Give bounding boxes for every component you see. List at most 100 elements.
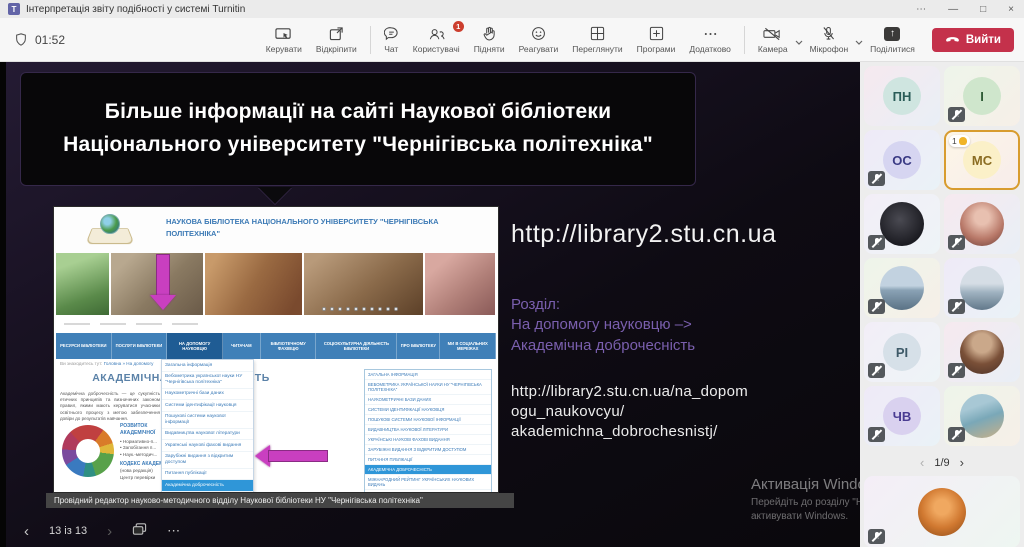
site-nav-item: ПОСЛУГИ БІБЛІОТЕКИ	[112, 333, 168, 359]
participant-tile[interactable]: ОС	[864, 130, 940, 190]
participant-tile[interactable]: ЧВ	[864, 386, 940, 446]
dropdown-item: Українські наукові фахові видання	[162, 440, 253, 452]
menu-item: Загальна інформація	[365, 370, 491, 380]
mic-off-icon	[822, 26, 835, 42]
participants-icon	[428, 26, 445, 42]
mic-off-icon	[868, 299, 885, 314]
avatar-photo	[918, 488, 966, 536]
camera-button[interactable]: Камера	[751, 26, 795, 54]
integrity-url: http://library2.stu.cn.ua/na_dopom ogu_n…	[511, 382, 860, 443]
dropdown-item: Зарубіжні видання з відкритим доступом	[162, 452, 253, 469]
participants-button[interactable]: Користувачі 1	[406, 26, 467, 54]
camera-chevron-icon[interactable]	[795, 32, 803, 50]
photo-banner	[56, 253, 496, 315]
site-nav-item: ЧИТАЧАМ	[223, 333, 261, 359]
toolbar-divider	[744, 26, 745, 54]
participant-tile[interactable]	[944, 258, 1020, 318]
avatar: І	[963, 77, 1001, 115]
slide-controls-bar: ‹ 13 із 13 › ⋯	[6, 515, 860, 547]
mic-button[interactable]: Мікрофон	[803, 26, 856, 54]
toolbar-divider	[370, 26, 371, 54]
window-maximize-button[interactable]: □	[980, 4, 986, 15]
site-nav-item: ПРО БІБЛІОТЕКУ	[397, 333, 440, 359]
menu-item: Приклади оформлення бібліографічного опи…	[365, 490, 491, 492]
shield-icon	[14, 32, 28, 47]
share-button[interactable]: ↑ Поділитися	[863, 26, 922, 54]
teams-icon: T	[8, 3, 20, 15]
site-nav: РЕСУРСИ БІБЛІОТЕКИ ПОСЛУГИ БІБЛІОТЕКИ НА…	[56, 333, 496, 359]
participant-tile[interactable]	[864, 258, 940, 318]
mic-chevron-icon[interactable]	[855, 32, 863, 50]
unpin-button[interactable]: Відкріпити	[309, 26, 364, 54]
site-header: НАУКОВА БІБЛІОТЕКА НАЦІОНАЛЬНОГО УНІВЕРС…	[54, 207, 498, 253]
participant-tile-raised-hand[interactable]: 1 МС	[944, 130, 1020, 190]
annotation-arrow-left	[255, 445, 329, 467]
dropdown-item-highlighted: Академічна доброчесність	[162, 480, 253, 492]
mic-off-icon	[868, 171, 885, 186]
view-button[interactable]: Переглянути	[565, 26, 629, 54]
camera-off-icon	[763, 26, 782, 42]
phone-icon	[945, 34, 960, 46]
dropdown-item: Питання публікації	[162, 469, 253, 481]
dropdown-item: Наукометричні бази даних	[162, 389, 253, 401]
menu-item: Міжнародний рейтинг українських наукових…	[365, 475, 491, 490]
manage-button[interactable]: Керувати	[259, 26, 309, 54]
titlebar-left: T Інтерпретація звіту подібності у систе…	[8, 3, 245, 15]
avatar: ЧВ	[883, 397, 921, 435]
raised-hand-badge: 1	[949, 135, 970, 147]
raise-hand-button[interactable]: Підняти	[467, 26, 512, 54]
integrity-donut-diagram	[62, 425, 114, 477]
menu-item-highlighted: Академічна доброчесність	[365, 465, 491, 475]
library-url: http://library2.stu.cn.ua	[511, 220, 860, 249]
slide-more-button[interactable]: ⋯	[167, 523, 182, 539]
more-options-button[interactable]: Додатково	[682, 26, 737, 54]
participants-grid: ПН І ОС 1 МС	[860, 62, 1024, 450]
dropdown-item: Пошукові системи наукової інформації	[162, 412, 253, 429]
mic-off-icon	[868, 235, 885, 250]
next-slide-button[interactable]: ›	[107, 524, 112, 539]
participant-tile[interactable]	[944, 194, 1020, 254]
meeting-toolbar: 01:52 Керувати Відкріпити Чат 1 Користув…	[0, 18, 1024, 62]
window-close-button[interactable]: ×	[1008, 4, 1014, 15]
menu-item: Наукометричні бази даних	[365, 395, 491, 405]
participant-tile[interactable]	[944, 386, 1020, 446]
avatar-photo	[880, 266, 924, 310]
menu-item: Зарубіжні видання з відкритим доступом	[365, 445, 491, 455]
chat-icon	[384, 26, 399, 42]
banner-photo	[425, 253, 495, 315]
banner-photo	[304, 253, 423, 315]
participant-tile[interactable]: РІ	[864, 322, 940, 382]
dropdown-item: Загальна інформація	[162, 360, 253, 372]
window-more-button[interactable]: ⋯	[916, 4, 926, 15]
chat-button[interactable]: Чат 1	[377, 26, 406, 54]
carousel-dots	[322, 307, 398, 311]
library-logo	[87, 214, 133, 246]
pager-counter: 1/9	[934, 457, 949, 469]
window-minimize-button[interactable]: —	[948, 4, 958, 15]
avatar: МС	[963, 141, 1001, 179]
avatar-photo	[960, 266, 1004, 310]
apps-button[interactable]: Програми	[630, 26, 683, 54]
participant-tile[interactable]: І	[944, 66, 1020, 126]
participant-tile[interactable]: ПН	[864, 66, 940, 126]
participant-tile[interactable]	[864, 194, 940, 254]
avatar: ПН	[883, 77, 921, 115]
banner-photo	[56, 253, 109, 315]
react-icon	[531, 26, 546, 42]
leave-button[interactable]: Вийти	[932, 28, 1014, 52]
pager-next-button[interactable]: ›	[960, 455, 964, 470]
pager-prev-button[interactable]: ‹	[920, 455, 924, 470]
participants-sidebar: ПН І ОС 1 МС	[860, 62, 1024, 547]
mic-off-icon	[948, 107, 965, 122]
prev-slide-button[interactable]: ‹	[24, 524, 29, 539]
annotation-arrow-down	[150, 255, 176, 313]
react-button[interactable]: Реагувати	[512, 26, 566, 54]
slides-overview-icon[interactable]	[132, 522, 147, 541]
participant-tile[interactable]	[944, 322, 1020, 382]
site-nav-item-active: НА ДОПОМОГУ НАУКОВЦЮ	[167, 333, 223, 359]
menu-item: Видавництва наукової літератури	[365, 425, 491, 435]
mic-off-icon	[948, 299, 965, 314]
participant-tile-spotlight[interactable]	[864, 476, 1020, 547]
mic-off-icon	[868, 529, 885, 544]
view-icon	[590, 26, 605, 42]
